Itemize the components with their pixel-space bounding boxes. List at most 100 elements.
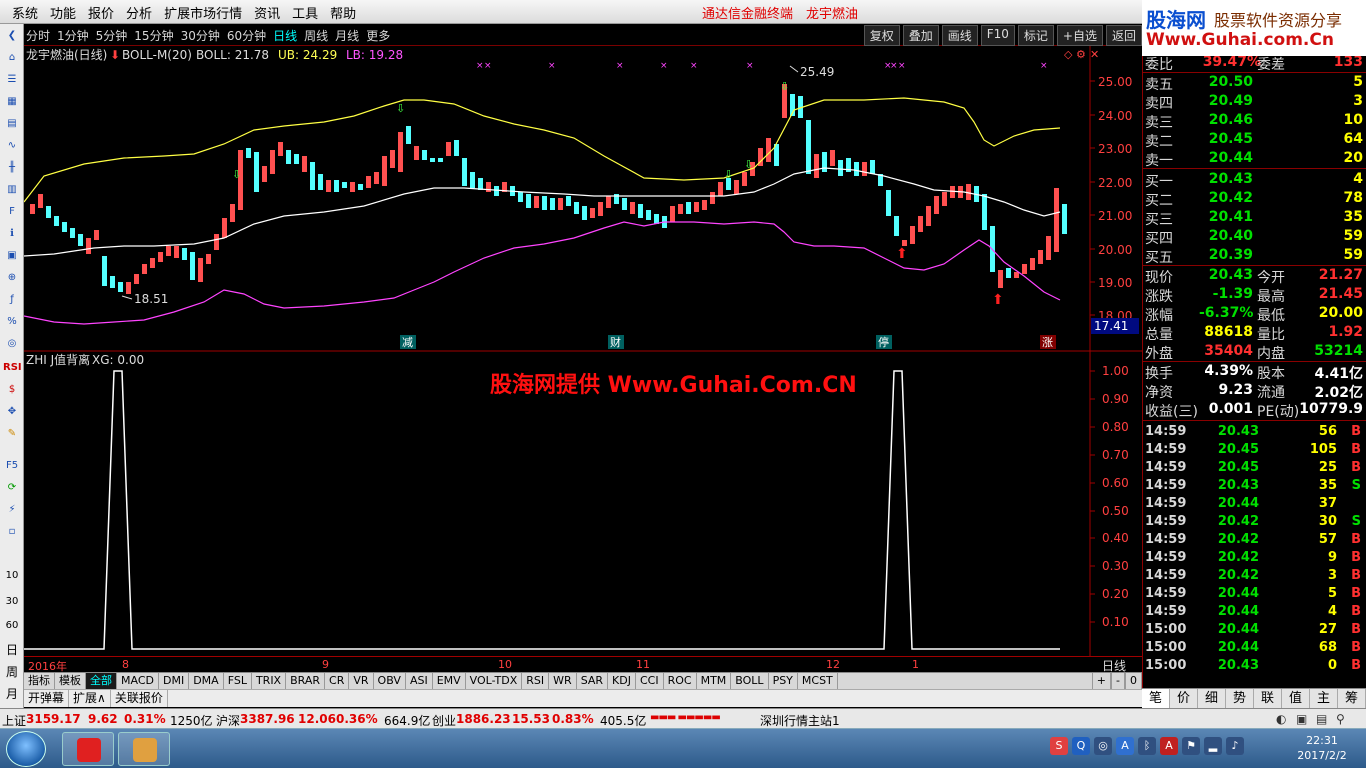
period-fenshi[interactable]: 分时 (26, 27, 50, 44)
tab-roc[interactable]: ROC (664, 673, 697, 689)
buy-row-2[interactable]: 买二 20.42 78 (1143, 190, 1366, 209)
candle-icon[interactable]: ▥ (3, 182, 21, 198)
tab-main[interactable]: 主 (1310, 689, 1338, 708)
tab-mtm[interactable]: MTM (697, 673, 732, 689)
taskbar-app-avatar[interactable] (118, 732, 170, 766)
sogou-icon[interactable]: S (1050, 737, 1068, 755)
tab-wr[interactable]: WR (549, 673, 577, 689)
tab-dmi[interactable]: DMI (159, 673, 190, 689)
circle-icon[interactable]: ◎ (3, 336, 21, 352)
tab-value[interactable]: 值 (1282, 689, 1310, 708)
grid-icon[interactable]: ▦ (3, 94, 21, 110)
qq-icon[interactable]: Q (1072, 737, 1090, 755)
period-60[interactable]: 60 (3, 618, 21, 634)
tab-trix[interactable]: TRIX (252, 673, 287, 689)
tab-vr[interactable]: VR (349, 673, 374, 689)
formula-icon[interactable]: ƒ (3, 292, 21, 308)
period-5min[interactable]: 5分钟 (96, 27, 128, 44)
menu-item-system[interactable]: 系统 (12, 0, 38, 24)
period-monthly[interactable]: 月线 (335, 27, 359, 44)
draw-line-button[interactable]: 画线 (941, 25, 978, 46)
kline-icon[interactable]: ╫ (3, 160, 21, 176)
period-30min[interactable]: 30分钟 (181, 27, 220, 44)
period-15min[interactable]: 15分钟 (134, 27, 173, 44)
kline-svg[interactable]: 25.00 24.00 23.00 22.00 21.00 20.00 19.0… (23, 46, 1142, 656)
related-quote-button[interactable]: 关联报价 (111, 690, 168, 707)
expand-button[interactable]: 扩展∧ (69, 690, 111, 707)
menu-item-help[interactable]: 帮助 (330, 0, 356, 24)
menu-item-function[interactable]: 功能 (50, 0, 76, 24)
zoom-out-button[interactable]: - (1111, 673, 1125, 689)
tab-boll[interactable]: BOLL (731, 673, 769, 689)
sell-row-4[interactable]: 卖四 20.49 3 (1143, 93, 1366, 112)
start-button[interactable] (6, 731, 46, 767)
tab-indicator[interactable]: 指标 (24, 673, 55, 689)
tab-cr[interactable]: CR (325, 673, 350, 689)
status-icon[interactable]: ⚲ (1336, 712, 1345, 726)
tab-vol-tdx[interactable]: VOL-TDX (466, 673, 523, 689)
sell-row-1[interactable]: 卖一 20.44 20 (1143, 150, 1366, 169)
tab-ticks[interactable]: 笔 (1142, 689, 1170, 708)
close-icon[interactable]: ✕ (1090, 48, 1099, 61)
status-icon[interactable]: ▤ (1316, 712, 1327, 726)
buy-row-4[interactable]: 买四 20.40 59 (1143, 228, 1366, 247)
sell-row-2[interactable]: 卖二 20.45 64 (1143, 131, 1366, 150)
return-button[interactable]: 返回 (1105, 25, 1142, 46)
back-icon[interactable]: ❮ (3, 28, 21, 44)
danmu-button[interactable]: 开弹幕 (24, 690, 70, 707)
f10-icon[interactable]: F (3, 204, 21, 220)
add-watchlist-button[interactable]: +自选 (1056, 25, 1103, 46)
buy-row-3[interactable]: 买三 20.41 35 (1143, 209, 1366, 228)
buy-row-1[interactable]: 买一 20.43 4 (1143, 171, 1366, 190)
chart-book-icon[interactable]: ▣ (3, 248, 21, 264)
period-more[interactable]: 更多 (366, 27, 390, 44)
tab-psy[interactable]: PSY (769, 673, 798, 689)
f10-button[interactable]: F10 (980, 25, 1015, 46)
dollar-icon[interactable]: $ (3, 382, 21, 398)
table-icon[interactable]: ▤ (3, 116, 21, 132)
period-10[interactable]: 10 (3, 568, 21, 584)
tab-brar[interactable]: BRAR (286, 673, 326, 689)
taskbar-app-tdx[interactable] (62, 732, 114, 766)
period-day[interactable]: 日 (3, 642, 21, 658)
clock[interactable]: 22:31 2017/2/2 (1296, 733, 1348, 763)
percent-icon[interactable]: % (3, 314, 21, 330)
zoom-in-button[interactable]: + (1091, 673, 1112, 689)
tab-asi[interactable]: ASI (406, 673, 433, 689)
diamond-icon[interactable]: ◇ (1064, 48, 1073, 61)
chart-area[interactable]: 25.00 24.00 23.00 22.00 21.00 20.00 19.0… (23, 46, 1142, 656)
fuquan-button[interactable]: 复权 (863, 25, 900, 46)
tab-chips[interactable]: 筹 (1338, 689, 1366, 708)
period-30[interactable]: 30 (3, 594, 21, 610)
period-daily[interactable]: 日线 (273, 27, 297, 44)
server-name[interactable]: 深圳行情主站1 (760, 712, 840, 729)
tab-all[interactable]: 全部 (86, 673, 117, 689)
volume-icon[interactable]: ♪ (1226, 737, 1244, 755)
overlay-button[interactable]: 叠加 (902, 25, 939, 46)
mark-button[interactable]: 标记 (1017, 25, 1054, 46)
menu-item-news[interactable]: 资讯 (254, 0, 280, 24)
input-icon[interactable]: A (1116, 737, 1134, 755)
line-chart-icon[interactable]: ∿ (3, 138, 21, 154)
tab-macd[interactable]: MACD (117, 673, 159, 689)
move-icon[interactable]: ✥ (3, 404, 21, 420)
rsi-icon[interactable]: RSI (3, 360, 22, 376)
zoom-reset-button[interactable]: 0 (1125, 673, 1142, 689)
tab-price[interactable]: 价 (1170, 689, 1198, 708)
menu-item-quote[interactable]: 报价 (88, 0, 114, 24)
candles[interactable] (30, 84, 1067, 294)
event-badges[interactable]: 减 财 停 涨 (400, 335, 1056, 349)
zoom-icon[interactable]: ⊕ (3, 270, 21, 286)
tab-fsl[interactable]: FSL (224, 673, 252, 689)
box-icon[interactable]: ▫ (3, 524, 21, 540)
menu-item-ext-market[interactable]: 扩展市场行情 (164, 0, 242, 24)
menu-item-tools[interactable]: 工具 (292, 0, 318, 24)
flag-icon[interactable]: ⚑ (1182, 737, 1200, 755)
f5-icon[interactable]: F5 (3, 458, 21, 474)
indicator-name[interactable]: BOLL-M(20) (122, 48, 192, 62)
tab-link[interactable]: 联 (1254, 689, 1282, 708)
list-icon[interactable]: ☰ (3, 72, 21, 88)
sell-row-3[interactable]: 卖三 20.46 10 (1143, 112, 1366, 131)
speed-icon[interactable]: ⚡ (3, 502, 21, 518)
buy-row-5[interactable]: 买五 20.39 59 (1143, 247, 1366, 266)
